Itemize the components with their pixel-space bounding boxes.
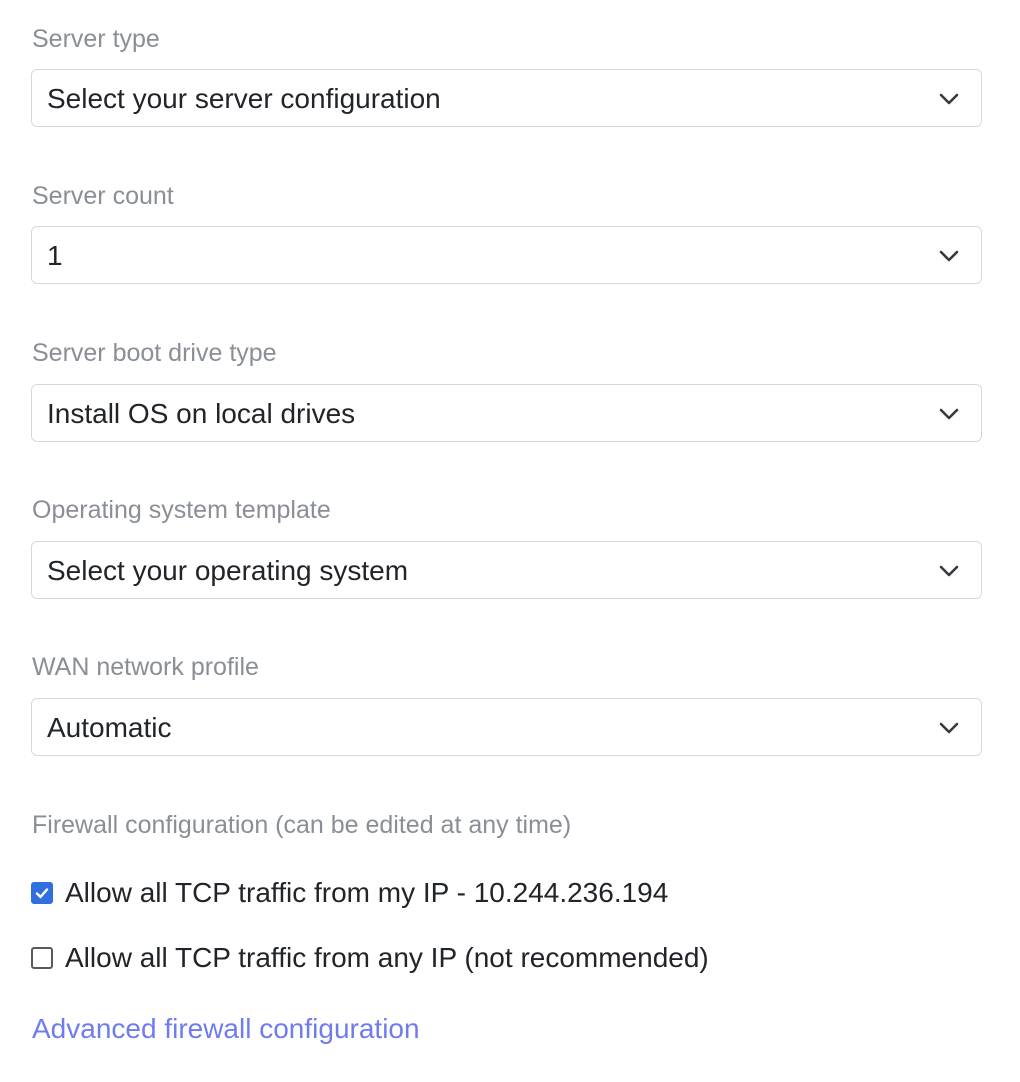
os-template-select[interactable]: Select your operating system bbox=[31, 541, 982, 599]
boot-drive-select[interactable]: Install OS on local drives bbox=[31, 384, 982, 442]
advanced-firewall-link[interactable]: Advanced firewall configuration bbox=[32, 1012, 420, 1046]
wan-profile-select[interactable]: Automatic bbox=[31, 698, 982, 756]
firewall-option-my-ip-label: Allow all TCP traffic from my IP - 10.24… bbox=[65, 877, 669, 908]
checkbox-checked[interactable] bbox=[31, 882, 53, 904]
firewall-option-any-ip[interactable]: Allow all TCP traffic from any IP (not r… bbox=[31, 941, 709, 975]
wan-profile-label: WAN network profile bbox=[32, 653, 259, 681]
os-template-label: Operating system template bbox=[32, 496, 331, 524]
server-count-value: 1 bbox=[47, 240, 63, 271]
chevron-down-icon bbox=[937, 559, 961, 583]
chevron-down-icon bbox=[937, 716, 961, 740]
server-type-label: Server type bbox=[32, 25, 160, 53]
chevron-down-icon bbox=[937, 244, 961, 268]
firewall-label: Firewall configuration (can be edited at… bbox=[32, 811, 572, 839]
server-count-label: Server count bbox=[32, 182, 174, 210]
boot-drive-label: Server boot drive type bbox=[32, 339, 277, 367]
wan-profile-value: Automatic bbox=[47, 712, 172, 743]
firewall-option-my-ip[interactable]: Allow all TCP traffic from my IP - 10.24… bbox=[31, 876, 668, 910]
checkbox-unchecked[interactable] bbox=[31, 947, 53, 969]
server-type-value: Select your server configuration bbox=[47, 83, 441, 114]
server-count-select[interactable]: 1 bbox=[31, 226, 982, 284]
chevron-down-icon bbox=[937, 87, 961, 111]
server-type-select[interactable]: Select your server configuration bbox=[31, 69, 982, 127]
os-template-value: Select your operating system bbox=[47, 555, 409, 586]
firewall-option-any-ip-label: Allow all TCP traffic from any IP (not r… bbox=[65, 942, 709, 973]
chevron-down-icon bbox=[937, 402, 961, 426]
boot-drive-value: Install OS on local drives bbox=[47, 398, 356, 429]
